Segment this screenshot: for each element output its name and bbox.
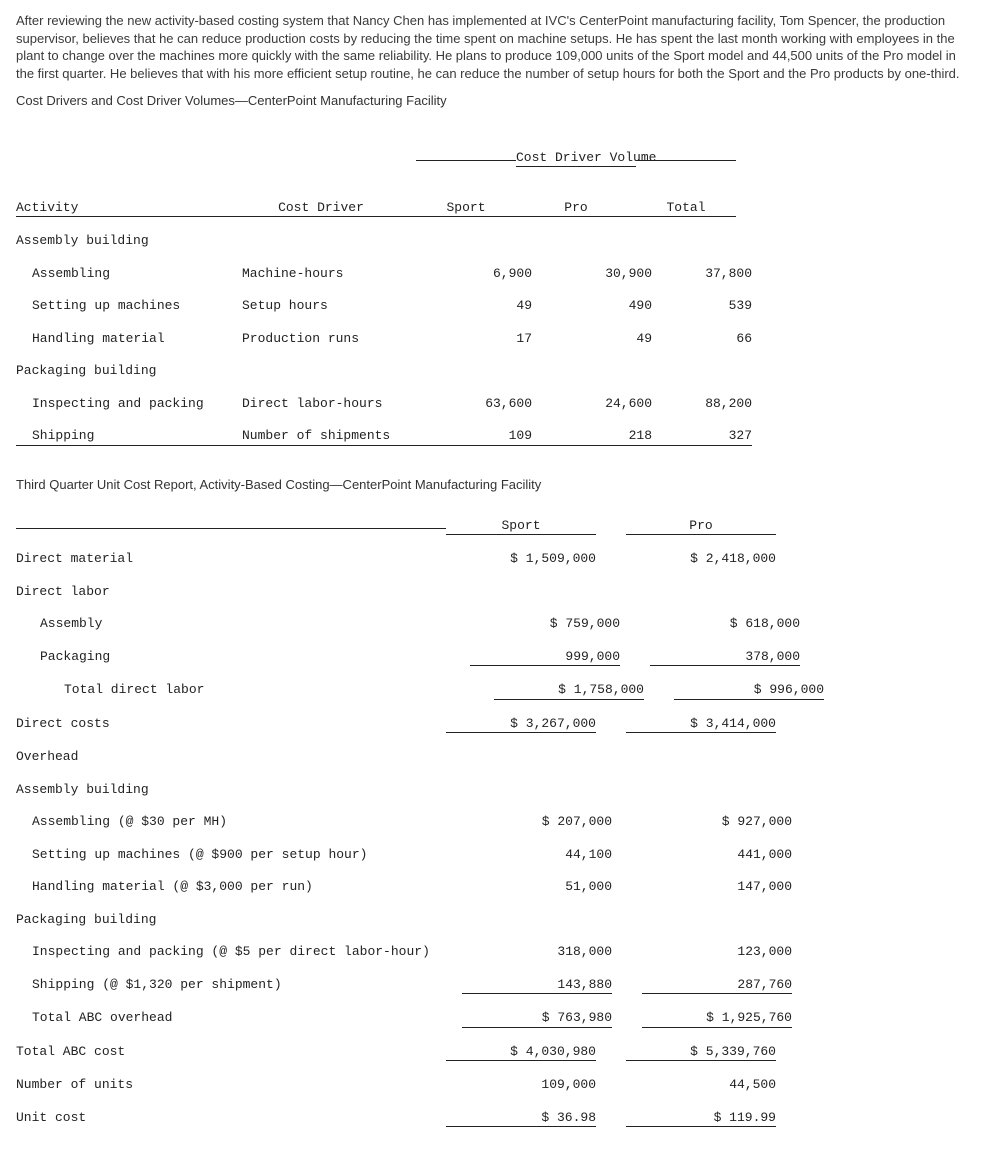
hdr-sport: Sport (416, 200, 516, 217)
table2-title: Third Quarter Unit Cost Report, Activity… (16, 476, 966, 494)
sec-packaging: Packaging building (16, 363, 226, 379)
intro-paragraph: After reviewing the new activity-based c… (16, 12, 966, 82)
hdr-total: Total (636, 200, 736, 217)
sec-assembly: Assembly building (16, 233, 226, 249)
hdr-pro2: Pro (626, 518, 776, 535)
cost-driver-table: Cost Driver Volume ActivityCost DriverSp… (16, 118, 966, 462)
unit-cost-table: SportPro Direct material$ 1,509,000$ 2,4… (16, 502, 966, 1144)
hdr-sport2: Sport (446, 518, 596, 535)
hdr-driver: Cost Driver (226, 200, 416, 217)
r-label: Assembling (16, 266, 242, 282)
table1-title: Cost Drivers and Cost Driver Volumes—Cen… (16, 92, 966, 110)
group-header: Cost Driver Volume (516, 150, 636, 167)
hdr-activity: Activity (16, 200, 226, 217)
hdr-pro: Pro (516, 200, 636, 217)
